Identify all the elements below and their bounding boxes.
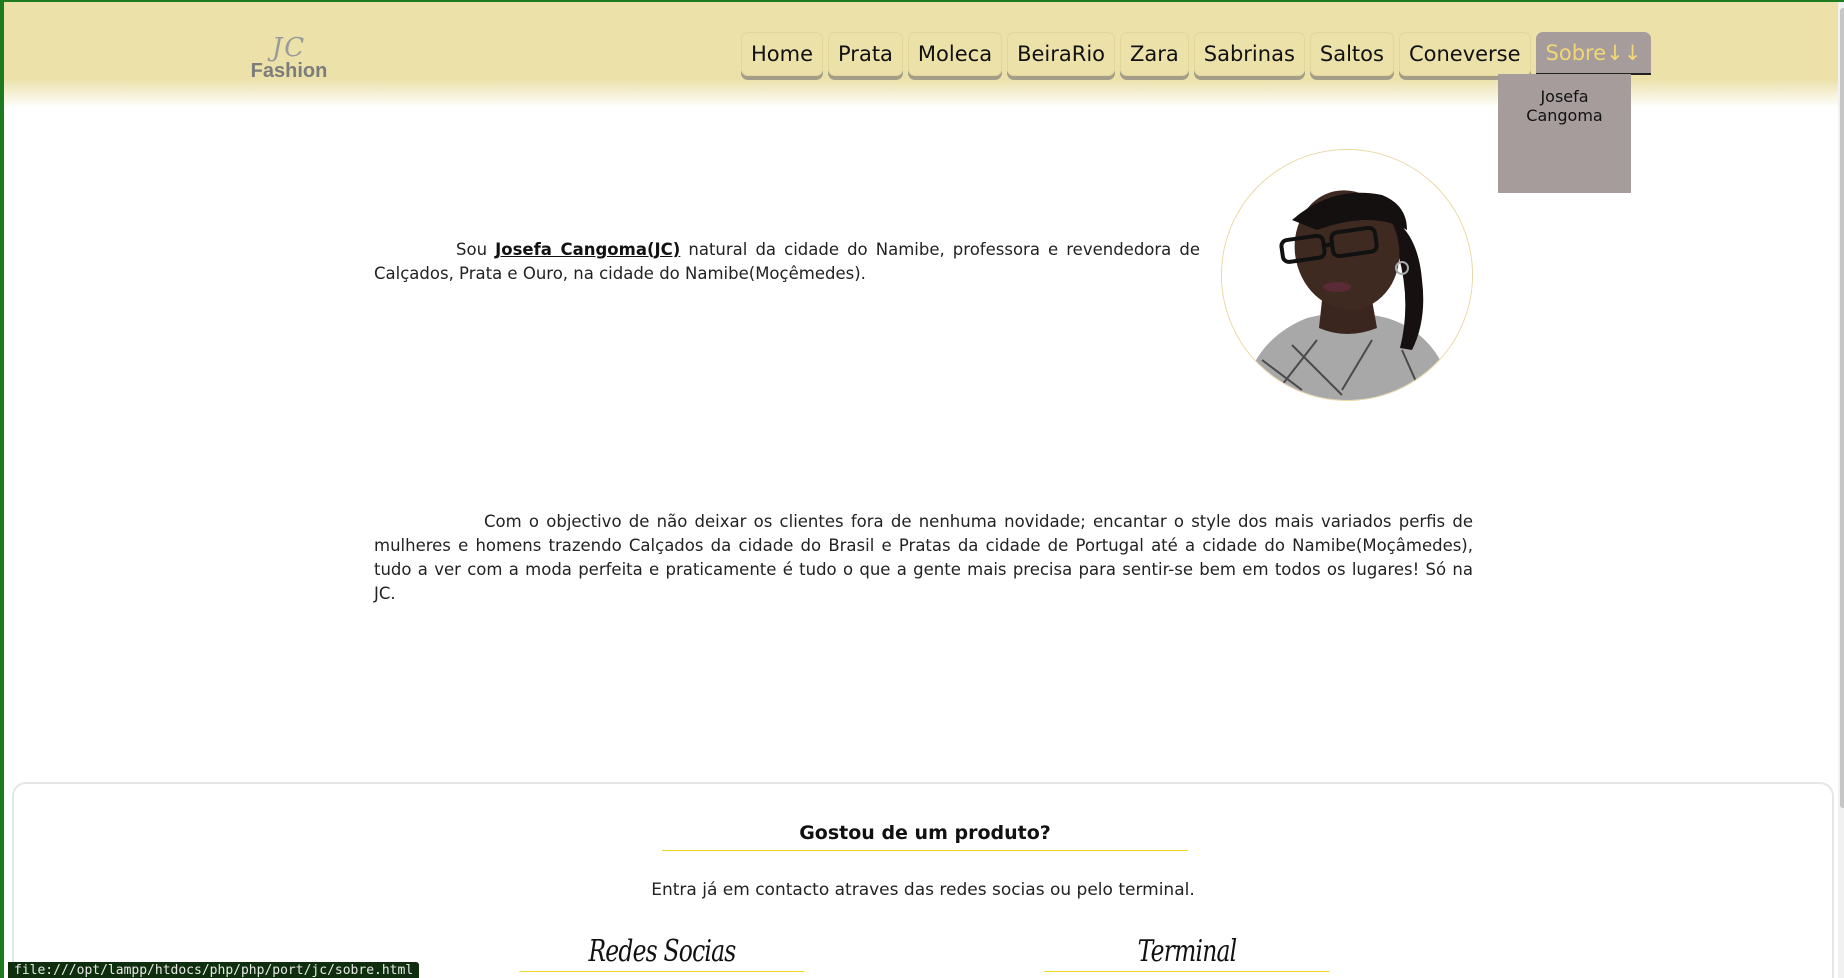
- dropdown-item-josefa[interactable]: Josefa Cangoma: [1510, 87, 1620, 125]
- intro-paragraph: Sou Josefa Cangoma(JC) natural da cidade…: [374, 238, 1200, 286]
- footer-title: Gostou de um produto?: [662, 822, 1188, 851]
- nav-home[interactable]: Home: [741, 32, 824, 76]
- mission-paragraph: Com o objectivo de não deixar os cliente…: [374, 512, 1473, 603]
- page: JC Fashion Home Prata Moleca BeiraRio Za…: [0, 0, 1844, 978]
- logo[interactable]: JC Fashion: [244, 33, 334, 82]
- owner-photo: [1221, 149, 1473, 401]
- contact-footer: Gostou de um produto? Entra já em contac…: [12, 782, 1834, 978]
- nav-beirario[interactable]: BeiraRio: [1007, 32, 1115, 76]
- nav-sobre[interactable]: Sobre↓↓: [1535, 32, 1652, 75]
- social-networks-heading: Redes Socias: [519, 934, 805, 972]
- nav-zara[interactable]: Zara: [1120, 32, 1189, 76]
- nav-prata[interactable]: Prata: [828, 32, 903, 76]
- footer-text: Entra já em contacto atraves das redes s…: [651, 880, 1195, 900]
- nav-saltos[interactable]: Saltos: [1309, 32, 1394, 76]
- sobre-dropdown: Josefa Cangoma: [1498, 74, 1631, 193]
- status-bar-url: file:///opt/lampp/htdocs/php/php/port/jc…: [8, 962, 420, 978]
- logo-mark: JC: [271, 33, 307, 63]
- main-nav: Home Prata Moleca BeiraRio Zara Sabrinas…: [741, 32, 1652, 80]
- nav-moleca[interactable]: Moleca: [907, 32, 1003, 76]
- owner-name-link[interactable]: Josefa Cangoma(JC): [495, 240, 680, 259]
- terminal-heading: Terminal: [1044, 934, 1330, 972]
- nav-coneverse[interactable]: Coneverse: [1398, 32, 1531, 76]
- owner-portrait-image: [1222, 150, 1472, 400]
- logo-text: Fashion: [250, 60, 328, 82]
- scrollbar-thumb[interactable]: [1840, 8, 1844, 808]
- nav-sabrinas[interactable]: Sabrinas: [1193, 32, 1305, 76]
- intro-prefix: Sou: [456, 240, 496, 259]
- scrollbar[interactable]: [1838, 2, 1844, 978]
